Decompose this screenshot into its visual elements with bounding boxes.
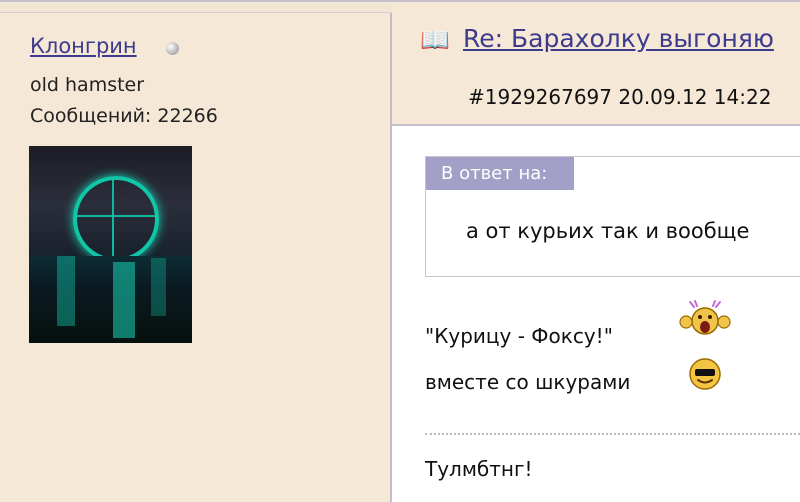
- signature-text: Тулмбтнг!: [425, 457, 533, 481]
- thread-title-link[interactable]: Re: Барахолку выгоняю: [463, 24, 774, 53]
- avatar-reflection: [29, 256, 192, 343]
- messages-label: Сообщений:: [30, 105, 152, 127]
- message-line-1: "Курицу - Фоксу!": [425, 324, 613, 348]
- author-avatar: [29, 146, 192, 343]
- sunglasses-face-emoji: [689, 358, 721, 390]
- reply-quote-label: В ответ на:: [426, 157, 574, 190]
- reply-quote-text: а от курьих так и вообще: [466, 219, 750, 243]
- screaming-face-emoji: [679, 300, 731, 335]
- book-icon: 📖: [420, 26, 450, 54]
- avatar-glow-1: [57, 256, 75, 326]
- post-date: 20.09.12: [618, 85, 708, 109]
- avatar-glow-3: [151, 258, 166, 316]
- author-name-link[interactable]: Клонгрин: [30, 34, 137, 58]
- post-time: 14:22: [713, 85, 772, 109]
- message-line-2: вместе со шкурами: [425, 370, 631, 394]
- avatar-glow-2: [113, 262, 135, 338]
- messages-value: 22266: [157, 105, 218, 127]
- author-sidebar: Клонгрин old hamster Сообщений: 22266: [0, 2, 392, 502]
- post-id: #1929267697: [468, 85, 613, 109]
- ferris-wheel-graphic: [73, 176, 159, 262]
- post-meta: #1929267697 20.09.12 14:22: [468, 85, 771, 109]
- user-rank: old hamster: [30, 74, 145, 96]
- messages-count: Сообщений: 22266: [30, 105, 218, 127]
- author-top-border: [0, 2, 392, 13]
- signature-divider: [425, 433, 800, 435]
- reply-quote-box: В ответ на: а от курьих так и вообще: [425, 156, 800, 277]
- online-status-icon: [166, 42, 179, 55]
- forum-post-frame: Клонгрин old hamster Сообщений: 22266 📖 …: [0, 0, 800, 502]
